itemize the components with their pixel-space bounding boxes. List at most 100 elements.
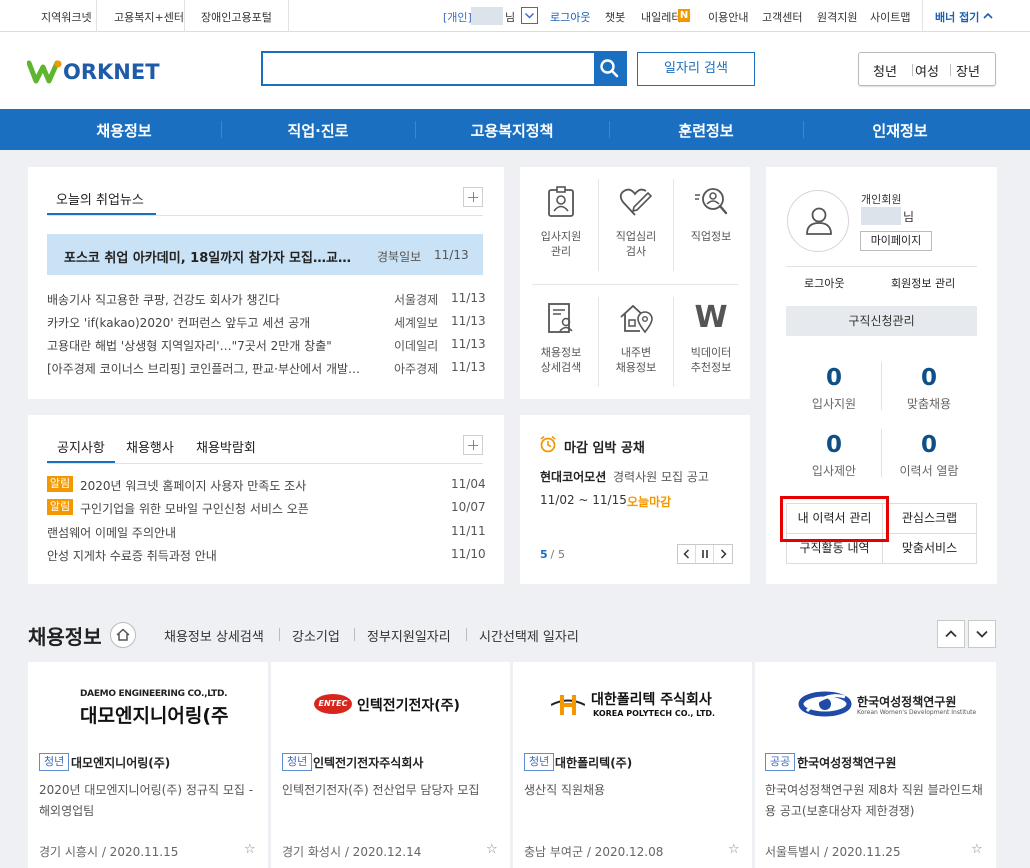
custom-service-link[interactable]: 맞춤서비스	[883, 534, 976, 563]
job-company: 대모엔지니어링(주)	[71, 756, 171, 770]
tile-psych-test[interactable]: 직업심리 검사	[600, 185, 672, 259]
star-icon[interactable]: ☆	[728, 842, 740, 857]
audience-women[interactable]: 여성	[915, 61, 939, 80]
news-more-button[interactable]	[463, 187, 483, 207]
tab-recruit-event[interactable]: 채용행사	[126, 437, 174, 456]
jobs-tab-small-giants[interactable]: 강소기업	[292, 626, 340, 645]
notice-date: 11/10	[451, 547, 486, 561]
stat-offers-value[interactable]: 0	[786, 432, 882, 458]
member-info-link[interactable]: 회원정보 관리	[891, 275, 955, 291]
user-menu-dropdown[interactable]	[521, 7, 538, 24]
notice-item[interactable]: 랜섬웨어 이메일 주의안내	[47, 524, 367, 541]
job-location-date: 서울특별시 / 2020.11.25	[765, 845, 901, 859]
tile-bigdata-recommend[interactable]: W 빅데이터 추천정보	[675, 301, 747, 375]
notice-item[interactable]: 안성 지게차 수료증 취득과정 안내	[47, 547, 367, 564]
entec-logo-icon: ENTEC	[314, 694, 352, 714]
tile-detailed-search[interactable]: 채용정보 상세검색	[525, 301, 597, 375]
worknet-logo[interactable]: ORKNET	[27, 57, 160, 89]
customer-center-link[interactable]: 고객센터	[762, 9, 802, 25]
news-item[interactable]: 카카오 'if(kakao)2020' 컨퍼런스 앞두고 세션 공개	[47, 314, 382, 331]
tile-label: 추천정보	[690, 361, 732, 374]
company-logo-main: 인텍전기전자(주)	[357, 698, 460, 714]
deadline-next-button[interactable]	[714, 545, 732, 563]
job-title-line1: 생산직 직원채용	[524, 783, 606, 797]
job-request-manage-button[interactable]: 구직신청관리	[786, 306, 977, 336]
logout-link[interactable]: 로그아웃	[550, 9, 590, 25]
job-company: 한국여성정책연구원	[797, 756, 897, 770]
tile-application-manage[interactable]: 입사지원 관리	[525, 185, 597, 259]
jobs-tab-part-time[interactable]: 시간선택제 일자리	[479, 626, 579, 645]
scrap-link[interactable]: 관심스크랩	[883, 504, 976, 533]
link-disabled-employment-portal[interactable]: 장애인고용포털	[201, 9, 272, 25]
star-icon[interactable]: ☆	[244, 842, 256, 857]
sitemap-link[interactable]: 사이트맵	[870, 9, 910, 25]
stat-applications-value[interactable]: 0	[786, 365, 882, 391]
job-card[interactable]: 대한폴리텍 주식회사 KOREA POLYTECH CO., LTD. 청년 대…	[513, 662, 752, 868]
job-card[interactable]: 한국여성정책연구원 Korean Women's Development Ins…	[755, 662, 996, 868]
my-resume-link[interactable]: 내 이력서 관리	[787, 504, 882, 533]
news-date: 11/13	[451, 291, 486, 305]
chatbot-link[interactable]: 챗봇	[605, 9, 625, 25]
deadline-prev-button[interactable]	[678, 545, 696, 563]
nav-talent[interactable]: 인재정보	[803, 120, 997, 141]
deadline-pause-button[interactable]	[696, 545, 714, 563]
nav-career[interactable]: 직업·진로	[221, 120, 415, 141]
link-employment-welfare-center[interactable]: 고용복지+센터	[114, 9, 184, 25]
star-icon[interactable]: ☆	[971, 842, 983, 857]
news-item[interactable]: [아주경제 코이너스 브리핑] 코인플러그, 판교·부산에서 개발…	[47, 360, 362, 377]
jobs-tab-gov-support[interactable]: 정부지원일자리	[367, 626, 451, 645]
star-icon[interactable]: ☆	[486, 842, 498, 857]
notice-item[interactable]: 2020년 워크넷 홈페이지 사용자 만족도 조사	[80, 477, 400, 494]
news-featured[interactable]: 포스코 취업 아카데미, 18일까지 참가자 모집…교… 경북일보 11/13	[47, 234, 483, 275]
audience-youth[interactable]: 청년	[873, 61, 897, 80]
job-title-line1: 2020년 대모엔지니어링(주) 정규직 모집 -	[39, 783, 254, 797]
nav-recruitment[interactable]: 채용정보	[27, 120, 221, 141]
tab-job-fair[interactable]: 채용박람회	[196, 437, 256, 456]
jobs-tab-detail-search[interactable]: 채용정보 상세검색	[164, 626, 264, 645]
audience-senior[interactable]: 장년	[956, 61, 980, 80]
notice-more-button[interactable]	[463, 435, 483, 455]
tile-job-info[interactable]: 직업정보	[675, 185, 747, 244]
tile-nearby-jobs[interactable]: 내주변 채용정보	[600, 301, 672, 375]
profile-logout-link[interactable]: 로그아웃	[804, 275, 844, 291]
stat-resume-views-value[interactable]: 0	[881, 432, 977, 458]
logo-text: ORKNET	[63, 60, 160, 84]
mypage-button[interactable]: 마이페이지	[860, 231, 932, 251]
job-card[interactable]: DAEMO ENGINEERING CO.,LTD. 대모엔지니어링(주) 청년…	[28, 662, 268, 868]
newsletter-link[interactable]: 내일레터	[641, 9, 681, 25]
quick-menu-panel: 입사지원 관리 직업심리 검사 직업정보 채용정보 상세검색 내주변 채용정보 …	[520, 167, 750, 399]
user-type-label: [개인]	[443, 11, 472, 24]
notice-item[interactable]: 구인기업을 위한 모바일 구인신청 서비스 오픈	[80, 500, 400, 517]
jobs-home-button[interactable]	[110, 622, 136, 648]
tab-notice[interactable]: 공지사항	[57, 437, 105, 456]
job-badge: 청년	[39, 753, 70, 771]
usage-guide-link[interactable]: 이용안내	[708, 9, 748, 25]
job-badge: 청년	[524, 753, 555, 771]
jobs-prev-button[interactable]	[937, 620, 965, 648]
job-activity-link[interactable]: 구직활동 내역	[787, 534, 882, 563]
job-search-button[interactable]: 일자리 검색	[637, 52, 755, 86]
site-header: ORKNET 일자리 검색 청년 여성 장년	[0, 32, 1030, 109]
news-item[interactable]: 고용대란 해법 '상생형 지역일자리'…"7곳서 2만개 창출"	[47, 337, 382, 354]
company-logo-main: 대모엔지니어링(주)	[80, 705, 230, 727]
deadline-title: 마감 임박 공채	[564, 441, 645, 456]
nav-welfare-policy[interactable]: 고용복지정책	[415, 120, 609, 141]
user-name-masked	[471, 7, 503, 25]
nav-training[interactable]: 훈련정보	[609, 120, 803, 141]
search-input[interactable]	[267, 56, 587, 82]
banner-collapse-button[interactable]: 배너 접기	[930, 6, 998, 26]
tile-label: 입사지원	[540, 230, 582, 243]
job-card[interactable]: ENTEC 인텍전기전자(주) 청년 인텍전기전자주식회사 인텍전기전자(주) …	[271, 662, 510, 868]
news-item[interactable]: 배송기사 직고용한 쿠팡, 건강도 회사가 챙긴다	[47, 291, 382, 308]
deadline-period: 11/02 ~ 11/15	[540, 493, 627, 507]
deadline-job[interactable]: 경력사원 모집 공고	[613, 468, 709, 485]
deadline-company[interactable]: 현대코어모션	[540, 468, 606, 485]
search-button[interactable]	[594, 53, 625, 84]
remote-support-link[interactable]: 원격지원	[817, 9, 857, 25]
news-tab[interactable]: 오늘의 취업뉴스	[56, 189, 144, 208]
stat-matched-value[interactable]: 0	[881, 365, 977, 391]
jobs-next-button[interactable]	[968, 620, 996, 648]
link-regional-worknet[interactable]: 지역워크넷	[41, 9, 92, 25]
utility-bar: 지역워크넷 고용복지+센터 장애인고용포털 [개인] 님 로그아웃 챗봇 내일레…	[0, 0, 1030, 32]
deadline-page-total: 5	[558, 548, 565, 561]
